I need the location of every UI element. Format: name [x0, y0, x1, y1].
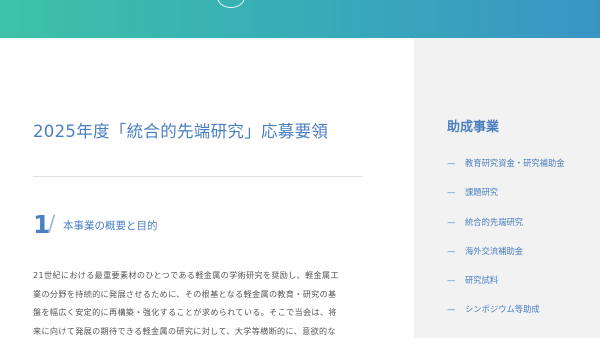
circle-emblem-icon[interactable] [217, 0, 245, 8]
sidebar-item-overseas-exchange[interactable]: — 海外交流補助金 [447, 245, 565, 274]
sidebar-heading: 助成事業 [447, 120, 500, 135]
sidebar-item-label: 教育研究資金・研究補助金 [465, 158, 565, 168]
sidebar: 助成事業 — 教育研究資金・研究補助金 — 課題研究 — 統合的先端研究 — 海外交流補… [414, 38, 600, 338]
sidebar-item-label: 海外交流補助金 [465, 245, 524, 256]
dash-icon: — [447, 187, 456, 198]
header-band [0, 0, 600, 38]
sidebar-item-education-research-funds[interactable]: — 教育研究資金・研究補助金 [447, 157, 565, 186]
dash-icon: — [447, 275, 456, 286]
sidebar-item-symposium-grants[interactable]: — シンポジウム等助成 [447, 303, 565, 332]
sidebar-item-topic-research[interactable]: — 課題研究 [447, 186, 565, 215]
sidebar-item-research-samples[interactable]: — 研究試料 [447, 274, 565, 303]
body-line: 21世紀における最重要素材のひとつである軽金属の学術研究を奨励し、軽金属工 [33, 270, 339, 280]
main-content: 2025年度「統合的先端研究」応募要領 1 / 本事業の概要と目的 21世紀にお… [0, 38, 414, 338]
body-paragraph: 21世紀における最重要素材のひとつである軽金属の学術研究を奨励し、軽金属工 業の… [33, 266, 377, 340]
sidebar-item-label: 研究試料 [465, 275, 499, 286]
sidebar-item-label: 課題研究 [465, 187, 499, 198]
body-line: 来に向けて発展の期待できる軽金属の研究に対して、大学等横断的に、意欲的な [33, 325, 336, 336]
dash-icon: — [447, 158, 456, 168]
dash-icon: — [447, 304, 456, 315]
section-heading: 1 / 本事業の概要と目的 [33, 209, 363, 241]
dash-icon: — [447, 245, 456, 256]
sidebar-item-label: 統合的先端研究 [465, 216, 524, 227]
sidebar-item-label: シンポジウム等助成 [465, 304, 540, 315]
page-title: 2025年度「統合的先端研究」応募要領 [33, 122, 329, 141]
dash-icon: — [447, 216, 456, 227]
sidebar-nav: — 教育研究資金・研究補助金 — 課題研究 — 統合的先端研究 — 海外交流補助金 — 研… [447, 157, 565, 333]
body-line: 業の分野を持続的に発展させるために、その根基となる軽金属の教育・研究の基 [33, 288, 337, 299]
section-slash: / [48, 212, 56, 237]
section-title: 本事業の概要と目的 [63, 220, 158, 232]
title-divider [33, 176, 363, 177]
sidebar-item-integrated-advanced-research[interactable]: — 統合的先端研究 [447, 216, 565, 245]
body-line: 盤を幅広く安定的に再構築・強化することが求められている。そこで当会は、将 [33, 307, 337, 317]
